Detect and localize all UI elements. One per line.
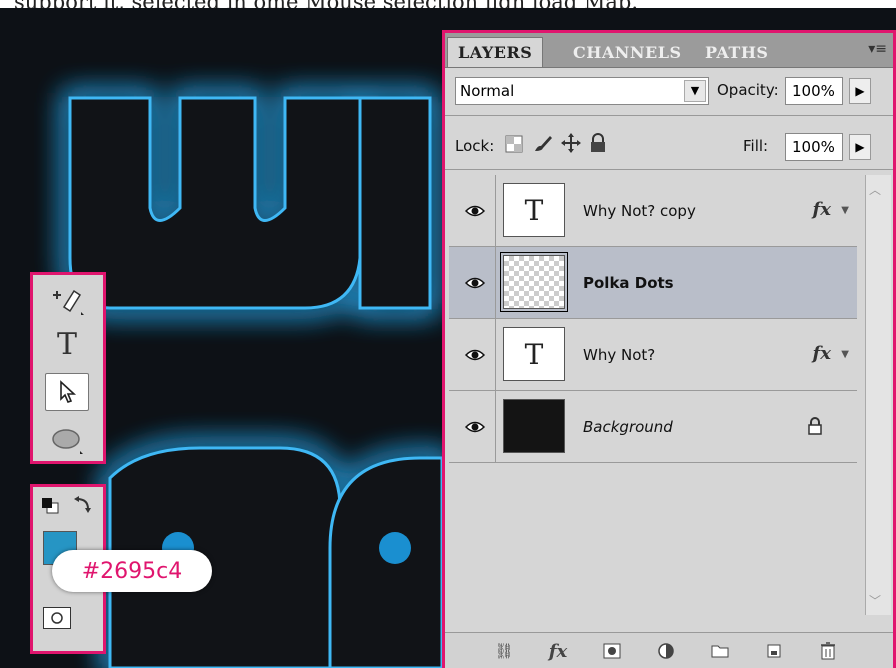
lock-position-icon[interactable] bbox=[561, 133, 581, 153]
type-icon: T bbox=[56, 326, 77, 362]
add-layer-style-icon[interactable]: fx bbox=[545, 639, 571, 663]
tab-layers[interactable]: LAYERS bbox=[447, 37, 544, 67]
arrow-pointer-icon bbox=[60, 380, 77, 403]
fx-icon[interactable]: fx bbox=[813, 199, 831, 220]
layer-name[interactable]: Why Not? bbox=[583, 319, 655, 391]
layers-panel: LAYERS CHANNELS PATHS ▾≡ Normal ▼ Opacit… bbox=[442, 30, 896, 668]
type-tool-button[interactable]: T bbox=[45, 325, 89, 363]
pen-tool-button[interactable] bbox=[45, 281, 89, 319]
lock-label: Lock: bbox=[455, 137, 495, 155]
visibility-eye-icon[interactable] bbox=[455, 319, 496, 390]
lock-image-pixels-icon[interactable] bbox=[533, 133, 553, 153]
layer-lock-icon bbox=[808, 417, 822, 435]
expand-effects-icon[interactable]: ▼ bbox=[841, 349, 849, 360]
delete-layer-icon[interactable] bbox=[815, 639, 841, 663]
ellipse-tool-button[interactable] bbox=[45, 421, 89, 459]
ellipse-icon bbox=[52, 429, 83, 454]
fill-slider-arrow-icon[interactable]: ▶ bbox=[849, 134, 871, 160]
layer-thumbnail bbox=[500, 252, 568, 312]
adjustment-layer-icon[interactable] bbox=[653, 639, 679, 663]
layer-row[interactable]: T Why Not? fx ▼ bbox=[449, 319, 857, 391]
layer-thumbnail: T bbox=[503, 327, 565, 381]
layer-row-selected[interactable]: Polka Dots bbox=[449, 247, 857, 319]
chevron-down-icon[interactable]: ▼ bbox=[684, 80, 706, 102]
visibility-eye-icon[interactable] bbox=[455, 391, 496, 462]
layers-scrollbar[interactable]: ︿ ﹀ bbox=[865, 175, 891, 615]
tools-panel: T bbox=[30, 272, 106, 464]
layer-name[interactable]: Background bbox=[583, 391, 673, 463]
quick-mask-button[interactable] bbox=[43, 607, 71, 629]
path-selection-tool-button[interactable] bbox=[45, 373, 89, 411]
blend-mode-value: Normal bbox=[460, 82, 515, 100]
opacity-slider-arrow-icon[interactable]: ▶ bbox=[849, 78, 871, 104]
pen-icon bbox=[53, 289, 84, 315]
new-layer-icon[interactable] bbox=[761, 639, 787, 663]
swap-colors-icon[interactable] bbox=[73, 495, 93, 515]
divider bbox=[445, 169, 893, 170]
panel-menu-icon[interactable]: ▾≡ bbox=[868, 41, 887, 57]
opacity-label: Opacity: bbox=[717, 81, 779, 99]
layers-list: T Why Not? copy fx ▼ Polka Dots T Why No… bbox=[449, 175, 857, 615]
tab-paths[interactable]: PATHS bbox=[695, 37, 778, 67]
expand-effects-icon[interactable]: ▼ bbox=[841, 205, 849, 216]
panel-footer: ⛓ fx bbox=[445, 632, 893, 668]
layer-name[interactable]: Polka Dots bbox=[583, 247, 674, 319]
fill-label: Fill: bbox=[743, 137, 769, 155]
lock-all-icon[interactable] bbox=[589, 133, 607, 153]
layer-row[interactable]: Background bbox=[449, 391, 857, 463]
color-hex-callout: #2695c4 bbox=[52, 550, 212, 592]
quick-mask-icon bbox=[51, 612, 63, 624]
scroll-up-icon[interactable]: ︿ bbox=[869, 181, 881, 198]
document-canvas[interactable]: T #2695c4 LAYERS CHANNELS PATHS ▾≡ Norma… bbox=[0, 8, 896, 668]
layer-thumbnail: T bbox=[503, 183, 565, 237]
panel-tabs: LAYERS CHANNELS PATHS ▾≡ bbox=[445, 33, 893, 68]
opacity-field[interactable]: 100% bbox=[785, 77, 843, 105]
layer-row[interactable]: T Why Not? copy fx ▼ bbox=[449, 175, 857, 247]
scroll-down-icon[interactable]: ﹀ bbox=[869, 592, 881, 609]
fx-icon[interactable]: fx bbox=[813, 343, 831, 364]
visibility-eye-icon[interactable] bbox=[455, 247, 496, 318]
visibility-eye-icon[interactable] bbox=[455, 175, 496, 246]
blend-mode-select[interactable]: Normal ▼ bbox=[455, 77, 709, 105]
tab-channels[interactable]: CHANNELS bbox=[563, 37, 692, 67]
default-colors-icon[interactable] bbox=[41, 497, 61, 515]
divider bbox=[445, 115, 893, 116]
new-group-icon[interactable] bbox=[707, 639, 733, 663]
lock-transparent-pixels-icon[interactable] bbox=[505, 135, 523, 153]
link-layers-icon[interactable]: ⛓ bbox=[491, 639, 517, 663]
layer-name[interactable]: Why Not? copy bbox=[583, 175, 696, 247]
fill-field[interactable]: 100% bbox=[785, 133, 843, 161]
layer-thumbnail bbox=[503, 399, 565, 453]
add-mask-icon[interactable] bbox=[599, 639, 625, 663]
